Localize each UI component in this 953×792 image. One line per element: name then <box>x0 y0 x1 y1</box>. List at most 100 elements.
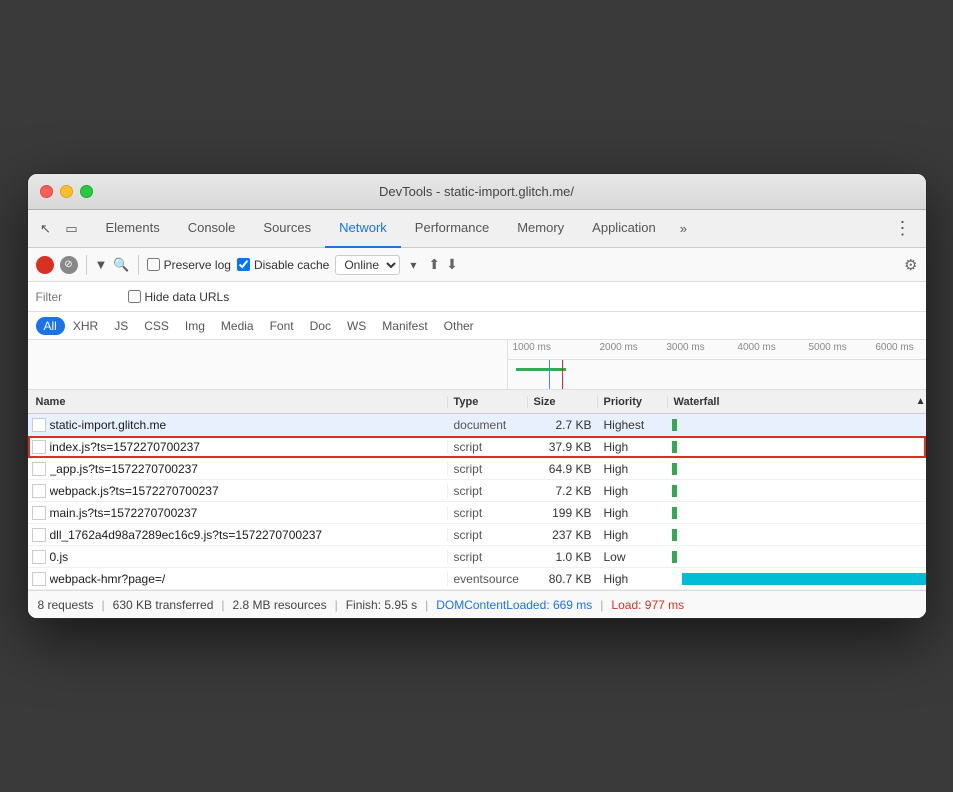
row-name-cell-3: webpack.js?ts=1572270700237 <box>28 484 448 498</box>
disable-cache-label[interactable]: Disable cache <box>237 258 329 272</box>
search-icon[interactable]: 🔍 <box>113 257 129 273</box>
type-filter-css[interactable]: CSS <box>136 317 177 335</box>
row-priority-2: High <box>598 462 668 476</box>
download-icon[interactable]: ⬇ <box>446 256 458 273</box>
clear-button[interactable]: ⊘ <box>60 256 78 274</box>
waterfall-bar-1 <box>672 441 677 453</box>
timeline-left <box>28 340 508 389</box>
tab-performance[interactable]: Performance <box>401 210 503 248</box>
tab-elements[interactable]: Elements <box>92 210 174 248</box>
row-name-cell-4: main.js?ts=1572270700237 <box>28 506 448 520</box>
table-row[interactable]: main.js?ts=1572270700237 script 199 KB H… <box>28 502 926 524</box>
sort-arrow-icon: ▲ <box>916 396 926 407</box>
minimize-button[interactable] <box>60 185 73 198</box>
resources-size: 2.8 MB resources <box>233 598 327 612</box>
row-name-0: static-import.glitch.me <box>50 418 447 432</box>
col-header-priority[interactable]: Priority <box>598 396 668 408</box>
table-body: static-import.glitch.me document 2.7 KB … <box>28 414 926 590</box>
preserve-log-label[interactable]: Preserve log <box>147 258 231 272</box>
file-icon-5 <box>32 528 46 542</box>
type-filter-all[interactable]: All <box>36 317 65 335</box>
row-size-7: 80.7 KB <box>528 572 598 586</box>
file-icon-7 <box>32 572 46 586</box>
tab-network[interactable]: Network <box>325 210 401 248</box>
type-filter-font[interactable]: Font <box>262 317 302 335</box>
col-header-name[interactable]: Name <box>28 396 448 408</box>
cursor-icon[interactable]: ↖ <box>36 219 56 239</box>
col-header-waterfall[interactable]: Waterfall ▲ <box>668 396 926 408</box>
tab-console[interactable]: Console <box>174 210 250 248</box>
maximize-button[interactable] <box>80 185 93 198</box>
table-row[interactable]: webpack-hmr?page=/ eventsource 80.7 KB H… <box>28 568 926 590</box>
traffic-lights <box>40 185 93 198</box>
status-bar: 8 requests | 630 KB transferred | 2.8 MB… <box>28 590 926 618</box>
type-filter-other[interactable]: Other <box>436 317 482 335</box>
row-name-cell-7: webpack-hmr?page=/ <box>28 572 448 586</box>
type-filter-media[interactable]: Media <box>213 317 262 335</box>
tab-icons: ↖ ▭ <box>36 219 82 239</box>
row-type-7: eventsource <box>448 572 528 586</box>
tick-6000: 6000 ms <box>875 342 913 353</box>
timeline-bar-area <box>508 360 926 389</box>
toolbar-separator-1 <box>86 255 87 275</box>
tab-sources[interactable]: Sources <box>249 210 325 248</box>
close-button[interactable] <box>40 185 53 198</box>
row-name-cell-0: static-import.glitch.me <box>28 418 448 432</box>
row-name-2: _app.js?ts=1572270700237 <box>50 462 447 476</box>
devtools-body: ↖ ▭ Elements Console Sources Network Per… <box>28 210 926 618</box>
row-size-3: 7.2 KB <box>528 484 598 498</box>
table-row[interactable]: static-import.glitch.me document 2.7 KB … <box>28 414 926 436</box>
tick-2000: 2000 ms <box>599 342 637 353</box>
table-row[interactable]: _app.js?ts=1572270700237 script 64.9 KB … <box>28 458 926 480</box>
hide-urls-label[interactable]: Hide data URLs <box>128 290 230 304</box>
timeline-right: 1000 ms 2000 ms 3000 ms 4000 ms 5000 ms … <box>508 340 926 389</box>
col-header-type[interactable]: Type <box>448 396 528 408</box>
row-name-cell-2: _app.js?ts=1572270700237 <box>28 462 448 476</box>
row-size-4: 199 KB <box>528 506 598 520</box>
tab-application[interactable]: Application <box>578 210 670 248</box>
type-filter-manifest[interactable]: Manifest <box>374 317 435 335</box>
device-icon[interactable]: ▭ <box>62 219 82 239</box>
settings-icon[interactable]: ⚙ <box>904 256 917 274</box>
throttle-select[interactable]: Online <box>335 255 400 275</box>
row-priority-4: High <box>598 506 668 520</box>
row-name-3: webpack.js?ts=1572270700237 <box>50 484 447 498</box>
file-icon-4 <box>32 506 46 520</box>
row-name-cell-6: 0.js <box>28 550 448 564</box>
waterfall-bar-2 <box>672 463 677 475</box>
transferred-size: 630 KB transferred <box>113 598 214 612</box>
filter-icon[interactable]: ▼ <box>95 257 108 272</box>
type-filter-xhr[interactable]: XHR <box>65 317 106 335</box>
preserve-log-checkbox[interactable] <box>147 258 160 271</box>
devtools-menu-button[interactable]: ⋮ <box>888 218 918 239</box>
table-row[interactable]: 0.js script 1.0 KB Low <box>28 546 926 568</box>
type-filter-js[interactable]: JS <box>106 317 136 335</box>
timeline-bar-green <box>516 368 566 371</box>
hide-urls-checkbox[interactable] <box>128 290 141 303</box>
table-row[interactable]: dll_1762a4d98a7289ec16c9.js?ts=157227070… <box>28 524 926 546</box>
more-tabs-button[interactable]: » <box>674 221 693 236</box>
dom-content-loaded: DOMContentLoaded: 669 ms <box>436 598 592 612</box>
file-icon-3 <box>32 484 46 498</box>
col-header-size[interactable]: Size <box>528 396 598 408</box>
filter-input[interactable] <box>36 290 116 304</box>
type-filter-ws[interactable]: WS <box>339 317 374 335</box>
row-name-1: index.js?ts=1572270700237 <box>50 440 447 454</box>
type-filter-doc[interactable]: Doc <box>302 317 339 335</box>
disable-cache-checkbox[interactable] <box>237 258 250 271</box>
waterfall-bar-cyan-7 <box>682 573 926 585</box>
row-size-6: 1.0 KB <box>528 550 598 564</box>
finish-time: Finish: 5.95 s <box>346 598 417 612</box>
upload-icon[interactable]: ⬆ <box>428 256 440 273</box>
tab-memory[interactable]: Memory <box>503 210 578 248</box>
waterfall-bar-4 <box>672 507 677 519</box>
row-type-5: script <box>448 528 528 542</box>
tick-1000: 1000 ms <box>513 342 551 353</box>
table-row[interactable]: index.js?ts=1572270700237 script 37.9 KB… <box>28 436 926 458</box>
table-row[interactable]: webpack.js?ts=1572270700237 script 7.2 K… <box>28 480 926 502</box>
load-time: Load: 977 ms <box>611 598 684 612</box>
type-filter-img[interactable]: Img <box>177 317 213 335</box>
tick-3000: 3000 ms <box>666 342 704 353</box>
record-button[interactable] <box>36 256 54 274</box>
row-name-cell-1: index.js?ts=1572270700237 <box>28 440 448 454</box>
